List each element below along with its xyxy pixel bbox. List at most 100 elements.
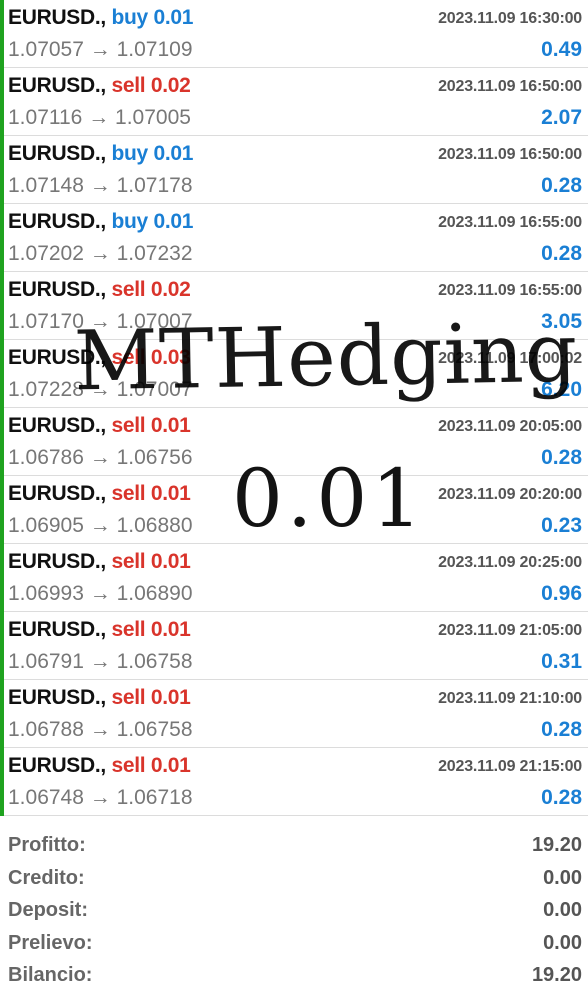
trade-time: 2023.11.09 16:55:00: [438, 282, 582, 299]
close-price: 1.07007: [116, 310, 193, 333]
trade-row[interactable]: EURUSD., buy 0.01 2023.11.09 16:50:00 1.07…: [0, 136, 588, 204]
row-status-bar: [0, 476, 4, 544]
trade-row[interactable]: EURUSD., sell 0.01 2023.11.09 20:25:00 1.0…: [0, 544, 588, 612]
trade-row[interactable]: EURUSD., sell 0.01 2023.11.09 21:10:00 1.0…: [0, 680, 588, 748]
row-status-bar: [0, 680, 4, 748]
summary-value: 19.20: [531, 834, 582, 856]
trade-side: sell: [111, 482, 146, 505]
summary-value: 19.20: [531, 964, 582, 986]
arrow-right-icon: →: [89, 378, 111, 401]
trade-prices: 1.07148 → 1.07178: [8, 174, 193, 198]
trade-time: 2023.11.09 21:05:00: [438, 622, 582, 639]
close-price: 1.07109: [116, 38, 193, 61]
close-price: 1.06758: [116, 650, 193, 673]
open-price: 1.06786: [8, 446, 84, 469]
summary-row: Bilancio: 19.20: [0, 960, 588, 993]
trade-row[interactable]: EURUSD., sell 0.02 2023.11.09 16:55:00 1.0…: [0, 272, 588, 340]
row-status-bar: [0, 408, 4, 476]
trade-side: sell: [111, 618, 146, 641]
trade-header: EURUSD., sell 0.02: [8, 278, 191, 302]
trade-row[interactable]: EURUSD., sell 0.01 2023.11.09 20:05:00 1.0…: [0, 408, 588, 476]
trade-profit: 0.96: [541, 582, 582, 605]
arrow-right-icon: →: [89, 310, 111, 333]
close-price: 1.06756: [116, 446, 193, 469]
trade-time: 2023.11.09 17:00:02: [438, 350, 582, 367]
trade-row[interactable]: EURUSD., sell 0.01 2023.11.09 21:05:00 1.0…: [0, 612, 588, 680]
trade-history-list: EURUSD., buy 0.01 2023.11.09 16:30:00 1.07…: [0, 0, 588, 816]
row-status-bar: [0, 340, 4, 408]
trade-symbol: EURUSD.,: [8, 414, 106, 437]
arrow-right-icon: →: [89, 174, 111, 197]
summary-row: Prelievo: 0.00: [0, 928, 588, 961]
trade-row[interactable]: EURUSD., sell 0.01 2023.11.09 21:15:00 1.0…: [0, 748, 588, 816]
trade-side: sell: [111, 754, 146, 777]
open-price: 1.07228: [8, 378, 84, 401]
summary-row: Deposit: 0.00: [0, 895, 588, 928]
trade-row[interactable]: EURUSD., sell 0.01 2023.11.09 20:20:00 1.0…: [0, 476, 588, 544]
trade-volume: 0.01: [150, 414, 191, 437]
trade-header: EURUSD., sell 0.03: [8, 346, 191, 370]
close-price: 1.06718: [116, 786, 193, 809]
close-price: 1.07005: [115, 106, 191, 129]
row-status-bar: [0, 0, 4, 68]
open-price: 1.07202: [8, 242, 84, 265]
trade-volume: 0.03: [150, 346, 191, 369]
trade-symbol: EURUSD.,: [8, 74, 106, 97]
trade-profit: 0.23: [541, 514, 582, 537]
summary-label: Prelievo:: [8, 931, 93, 954]
arrow-right-icon: →: [89, 242, 111, 265]
trade-row[interactable]: EURUSD., buy 0.01 2023.11.09 16:55:00 1.07…: [0, 204, 588, 272]
trade-symbol: EURUSD.,: [8, 210, 106, 233]
trade-profit: 0.28: [541, 718, 582, 741]
trade-header: EURUSD., sell 0.01: [8, 550, 191, 574]
trade-side: buy: [111, 142, 149, 165]
trade-header: EURUSD., sell 0.01: [8, 686, 191, 710]
trade-symbol: EURUSD.,: [8, 278, 106, 301]
trade-profit: 0.31: [541, 650, 582, 673]
trade-symbol: EURUSD.,: [8, 550, 106, 573]
trade-header: EURUSD., buy 0.01: [8, 142, 193, 166]
summary-label: Profitto:: [8, 834, 86, 856]
trade-volume: 0.01: [150, 754, 191, 777]
row-status-bar: [0, 612, 4, 680]
open-price: 1.06788: [8, 718, 84, 741]
row-status-bar: [0, 748, 4, 816]
trade-volume: 0.01: [150, 482, 191, 505]
trade-side: sell: [111, 74, 146, 97]
summary-label: Bilancio:: [8, 964, 93, 986]
trade-prices: 1.06905 → 1.06880: [8, 514, 193, 538]
trade-volume: 0.01: [150, 618, 191, 641]
trade-time: 2023.11.09 16:50:00: [438, 146, 582, 163]
trade-side: buy: [111, 6, 149, 29]
row-status-bar: [0, 68, 4, 136]
summary-label: Credito:: [8, 866, 85, 889]
trade-prices: 1.06748 → 1.06718: [8, 786, 193, 810]
open-price: 1.06748: [8, 786, 84, 809]
close-price: 1.07232: [116, 242, 193, 265]
open-price: 1.07148: [8, 174, 84, 197]
trade-volume: 0.01: [150, 686, 191, 709]
trade-header: EURUSD., sell 0.01: [8, 618, 191, 642]
close-price: 1.06880: [116, 514, 193, 537]
trade-profit: 0.49: [541, 38, 582, 61]
summary-row: Profitto: 19.20: [0, 830, 588, 863]
trade-profit: 6.20: [541, 378, 582, 401]
row-status-bar: [0, 136, 4, 204]
open-price: 1.07170: [8, 310, 84, 333]
trade-prices: 1.06786 → 1.06756: [8, 446, 193, 470]
trade-symbol: EURUSD.,: [8, 618, 106, 641]
trade-symbol: EURUSD.,: [8, 754, 106, 777]
trade-time: 2023.11.09 20:05:00: [438, 418, 582, 435]
trade-row[interactable]: EURUSD., sell 0.03 2023.11.09 17:00:02 1.0…: [0, 340, 588, 408]
arrow-right-icon: →: [89, 514, 111, 537]
trade-row[interactable]: EURUSD., sell 0.02 2023.11.09 16:50:00 1.0…: [0, 68, 588, 136]
arrow-right-icon: →: [89, 446, 111, 469]
trade-symbol: EURUSD.,: [8, 6, 106, 29]
trade-row[interactable]: EURUSD., buy 0.01 2023.11.09 16:30:00 1.07…: [0, 0, 588, 68]
trade-profit: 0.28: [541, 786, 582, 809]
arrow-right-icon: →: [89, 718, 111, 741]
open-price: 1.06905: [8, 514, 84, 537]
trade-prices: 1.07170 → 1.07007: [8, 310, 193, 334]
trade-time: 2023.11.09 20:20:00: [438, 486, 582, 503]
trade-volume: 0.01: [150, 550, 191, 573]
